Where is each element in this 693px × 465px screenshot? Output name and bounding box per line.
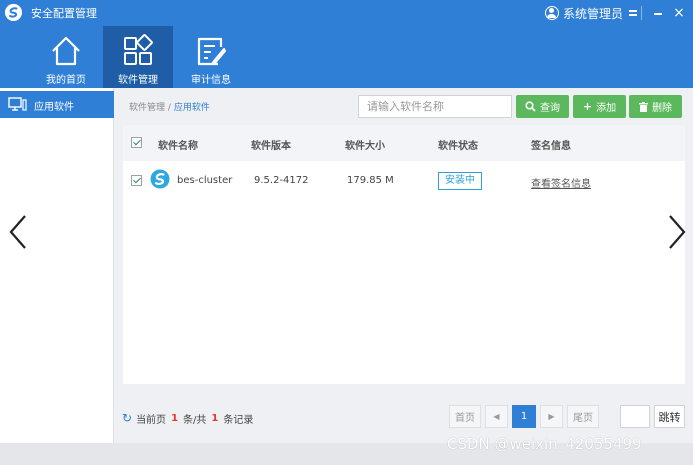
header-software-status: 软件状态 (438, 141, 478, 152)
search-icon (525, 101, 536, 112)
row-checkbox[interactable] (131, 175, 142, 186)
refresh-icon[interactable]: ↻ (122, 411, 132, 425)
nav-item-audit[interactable]: 审计信息 (176, 26, 246, 88)
chevron-right-icon[interactable] (662, 210, 692, 254)
select-all-checkbox[interactable] (131, 137, 142, 148)
first-page-button[interactable]: 首页 (449, 405, 481, 428)
software-table: 软件名称 软件版本 软件大小 软件状态 签名信息 bes-cluster 9.5… (123, 125, 685, 384)
cell-software-size: 179.85 M (347, 175, 394, 186)
monitor-icon (8, 97, 27, 111)
search-button-label: 查询 (540, 103, 560, 114)
dropdown-menu-button[interactable] (623, 3, 643, 23)
title-bar: 安全配置管理 系统管理员 × (0, 0, 693, 26)
sidebar-item-application-software[interactable]: 应用软件 (0, 91, 114, 118)
trash-icon (639, 101, 648, 112)
sidebar-item-label: 应用软件 (34, 102, 74, 113)
nav-item-home[interactable]: 我的首页 (31, 26, 101, 88)
sidebar: 应用软件 (0, 88, 114, 443)
search-button[interactable]: 查询 (516, 95, 569, 118)
grid-icon (124, 34, 153, 65)
table-row[interactable]: bes-cluster 9.5.2-4172 179.85 M 安装中 查看签名… (123, 161, 685, 201)
goto-page-input[interactable] (620, 405, 650, 428)
add-button-label: 添加 (596, 103, 617, 114)
header-software-size: 软件大小 (345, 141, 385, 152)
software-logo-icon (150, 169, 170, 189)
record-info: ↻ 当前页 1 条/共 1 条记录 (122, 411, 254, 426)
prev-page-button[interactable]: ◀ (485, 405, 508, 428)
search-input[interactable] (358, 95, 512, 118)
nav-label-audit: 审计信息 (191, 75, 231, 86)
count-mid-text: 条/共 (183, 414, 207, 426)
close-button[interactable]: × (669, 3, 689, 23)
table-header: 软件名称 软件版本 软件大小 软件状态 签名信息 (123, 125, 685, 161)
add-button[interactable]: + 添加 (573, 95, 626, 118)
goto-button[interactable]: 跳转 (654, 405, 685, 428)
user-name: 系统管理员 (563, 6, 624, 21)
breadcrumb-current: 应用软件 (173, 103, 210, 113)
plus-icon: + (582, 100, 593, 113)
watermark: CSDN @weixin_42055499 (447, 435, 642, 453)
view-signature-link[interactable]: 查看签名信息 (531, 175, 591, 190)
nav-label-software: 软件管理 (118, 75, 158, 86)
breadcrumb-separator: / (167, 103, 171, 113)
user-menu[interactable]: 系统管理员 (545, 4, 623, 22)
header-software-name: 软件名称 (158, 141, 198, 152)
home-icon (52, 36, 80, 66)
page-1-button[interactable]: 1 (512, 405, 536, 428)
breadcrumb-parent[interactable]: 软件管理 (129, 103, 165, 113)
current-page-prefix: 当前页 (136, 414, 167, 426)
delete-button-label: 删除 (652, 103, 672, 114)
cell-software-name: bes-cluster (177, 175, 233, 186)
count-suffix-text: 条记录 (223, 414, 254, 426)
header-software-version: 软件版本 (251, 141, 291, 152)
minimize-button[interactable] (648, 3, 668, 23)
delete-button[interactable]: 删除 (629, 95, 682, 118)
status-badge: 安装中 (438, 172, 482, 190)
breadcrumb: 软件管理 / 应用软件 (129, 100, 210, 113)
edit-document-icon (197, 37, 226, 66)
total-records: 1 (211, 412, 219, 424)
chevron-left-icon[interactable] (3, 210, 33, 254)
user-icon (545, 6, 559, 20)
app-title: 安全配置管理 (31, 7, 97, 20)
cell-software-version: 9.5.2-4172 (254, 175, 309, 186)
header-signature-info: 签名信息 (531, 141, 571, 152)
nav-item-software[interactable]: 软件管理 (103, 26, 173, 88)
next-page-button[interactable]: ▶ (540, 405, 563, 428)
nav-label-home: 我的首页 (46, 75, 86, 86)
main-nav: 我的首页 软件管理 审计信息 (0, 26, 693, 88)
last-page-button[interactable]: 尾页 (567, 405, 599, 428)
current-page-number: 1 (171, 412, 179, 424)
app-logo-icon (5, 4, 22, 21)
